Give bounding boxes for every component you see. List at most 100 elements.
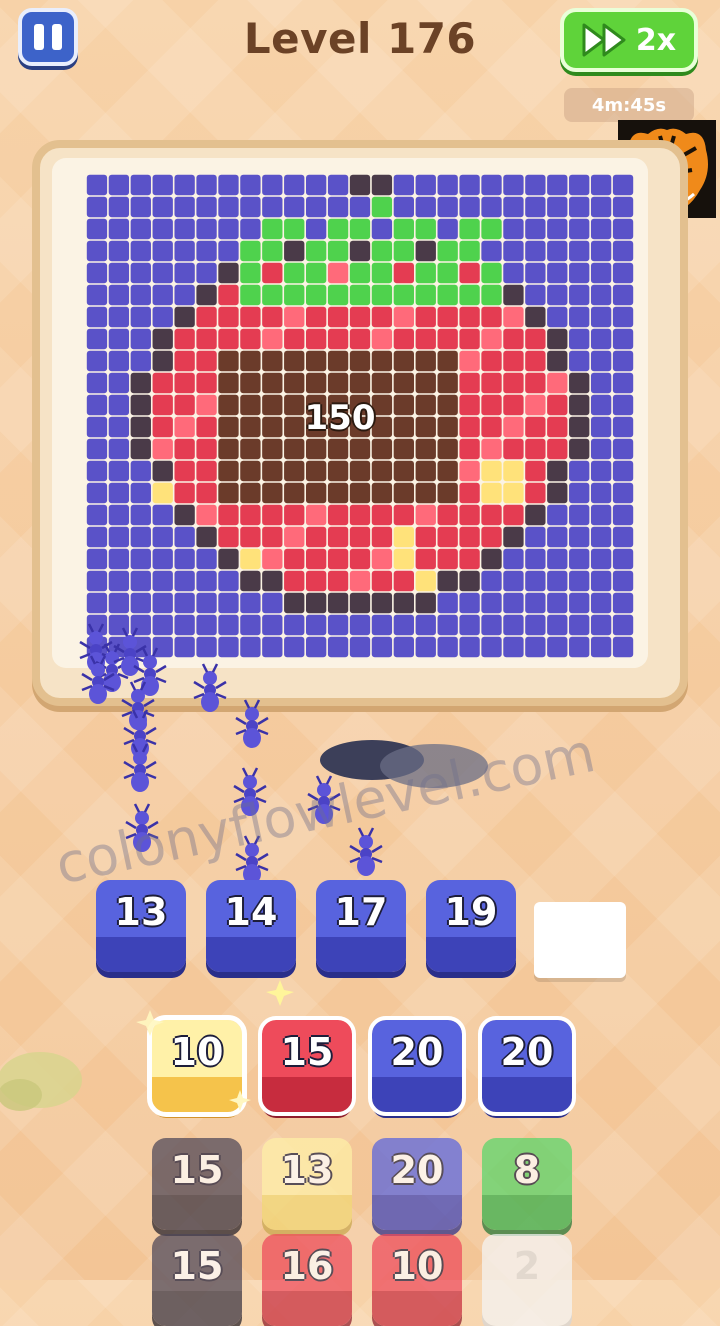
pixel-block [525,284,546,306]
pixel-block [437,240,458,262]
tray-tile[interactable]: 10 [372,1234,462,1326]
pixel-block [196,306,217,328]
pixel-block [306,196,327,218]
pixel-block [196,262,217,284]
pause-button[interactable] [18,8,78,66]
tray-tile[interactable]: 15 [152,1138,242,1230]
tray-tile[interactable]: 10 [147,1015,247,1117]
pixel-block [503,394,524,416]
pixel-block [108,438,130,460]
pixel-block [371,636,393,658]
pixel-block [306,306,327,328]
pixel-block [481,570,502,592]
pixel-block [415,174,436,196]
conveyor-tile[interactable]: 13 [96,880,186,972]
pixel-block [86,614,108,636]
pixel-block [349,196,371,218]
pixel-block [569,614,590,636]
pixel-block [196,284,217,306]
tray-tile[interactable]: 16 [262,1234,352,1326]
pixel-block [240,482,261,504]
pixel-block [130,240,151,262]
pixel-block [459,218,480,240]
empty-slot[interactable] [534,902,626,978]
pixel-block [174,262,195,284]
conveyor-tile[interactable]: 19 [426,880,516,972]
pixel-block [218,592,239,614]
pixel-block [459,416,480,438]
pixel-block [327,372,349,394]
pixel-block [525,614,546,636]
pixel-block [349,350,371,372]
pixel-block [130,548,151,570]
speed-toggle-button[interactable]: 2x [560,8,698,72]
conveyor-tile[interactable]: 14 [206,880,296,972]
pixel-block [108,592,130,614]
tray-tile[interactable]: 2 [482,1234,572,1326]
level-title: Level 176 [243,14,477,63]
pixel-block [437,372,458,394]
pixel-block [327,504,349,526]
pixel-block [437,614,458,636]
pixel-block [327,350,349,372]
pixel-block [108,482,130,504]
pixel-block [218,570,239,592]
pixel-block [349,570,371,592]
pixel-block [327,526,349,548]
pixel-block [240,328,261,350]
pixel-block [459,306,480,328]
pixel-block [612,262,634,284]
pixel-block [240,372,261,394]
tray-tile[interactable]: 13 [262,1138,352,1230]
tray-tile[interactable]: 15 [258,1016,356,1116]
pixel-block [240,526,261,548]
pixel-block [415,570,436,592]
pixel-block [284,240,305,262]
pixel-block [569,570,590,592]
pixel-block [459,504,480,526]
tray-tile[interactable]: 20 [478,1016,576,1116]
pixel-block [393,284,414,306]
pixel-block [196,526,217,548]
conveyor-tile[interactable]: 17 [316,880,406,972]
pixel-block [262,306,283,328]
pixel-block [306,174,327,196]
tray-tile[interactable]: 8 [482,1138,572,1230]
pixel-block [196,416,217,438]
pixel-block [503,416,524,438]
pixel-block [174,460,195,482]
pixel-block [86,350,108,372]
pixel-block [86,438,108,460]
pixel-block [437,218,458,240]
pixel-block [612,614,634,636]
pixel-block [393,306,414,328]
pixel-block [152,284,173,306]
pixel-block [108,504,130,526]
pixel-block [525,636,546,658]
pixel-block [481,416,502,438]
pixel-block [130,504,151,526]
pixel-block [393,636,414,658]
tray-tile[interactable]: 20 [372,1138,462,1230]
pixel-block [130,614,151,636]
tray-tile[interactable]: 15 [152,1234,242,1326]
pixel-block [590,196,612,218]
pixel-block [393,482,414,504]
pixel-block [327,548,349,570]
pixel-block [371,328,393,350]
pixel-block [590,262,612,284]
pixel-block [108,174,130,196]
pixel-block [437,262,458,284]
pixel-block [218,614,239,636]
pixel-block [174,504,195,526]
pixel-block [393,372,414,394]
pixel-block [569,284,590,306]
pixel-block [612,328,634,350]
pixel-block [218,526,239,548]
tray-tile[interactable]: 20 [368,1016,466,1116]
pixel-block [437,350,458,372]
pixel-block [590,504,612,526]
remaining-count: 150 [304,398,376,438]
pixel-block [569,174,590,196]
pixel-block [174,196,195,218]
